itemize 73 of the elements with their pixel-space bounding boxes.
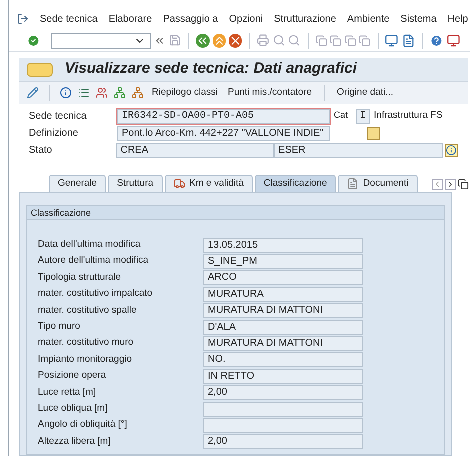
command-field[interactable] (51, 32, 152, 48)
field-label: mater. costitutivo impalcato (38, 287, 154, 302)
confirm-icon[interactable] (27, 34, 40, 48)
characteristic-field[interactable]: MURATURA DI MATTONI (203, 303, 363, 318)
tab[interactable]: Km e validità (164, 175, 253, 192)
field-label: Angolo di obliquità [°] (38, 418, 128, 432)
tab[interactable]: Struttura (108, 175, 163, 192)
status-field[interactable]: CREA (116, 142, 274, 158)
menu-item[interactable]: Strutturazione (274, 12, 336, 26)
edit-icon[interactable] (27, 87, 39, 99)
tab[interactable]: Documenti (338, 175, 418, 192)
partners-icon[interactable] (96, 87, 108, 99)
tab-list-icon[interactable] (458, 179, 469, 190)
toolbar-button[interactable]: Origine dati... (334, 86, 396, 100)
field-label: Data dell'ultima modifica (38, 238, 142, 252)
characteristic-field[interactable]: 2,00 (203, 434, 363, 450)
user-status-field[interactable]: ESER (274, 142, 444, 158)
info-icon[interactable] (60, 87, 72, 99)
field-label: Stato (29, 144, 54, 158)
menu-item[interactable]: Sede tecnica (40, 12, 98, 26)
characteristic-field[interactable]: MURATURA DI MATTONI (203, 336, 363, 352)
category-text: Infrastruttura FS (374, 108, 443, 123)
field-label: mater. costitutivo muro (38, 336, 135, 350)
characteristic-field[interactable] (203, 402, 363, 417)
toolbar-button[interactable]: Riepilogo classi (150, 86, 220, 100)
find-icon[interactable] (272, 34, 286, 47)
field-label: Altezza libera [m] (38, 434, 112, 449)
field-label: Luce obliqua [m] (38, 402, 109, 416)
description-field[interactable]: Pont.lo Arco-Km. 442+227 "VALLONE INDIE" (117, 126, 330, 140)
characteristic-field[interactable]: 2,00 (203, 385, 363, 400)
field-label: Definizione (29, 126, 80, 140)
field-label: Impianto monitoraggio (38, 352, 133, 367)
menu-item[interactable]: Ambiente (347, 12, 390, 26)
truck-icon (174, 178, 186, 190)
characteristic-field[interactable]: NO. (203, 352, 363, 368)
tab[interactable]: Classificazione (254, 175, 336, 192)
find-next-icon[interactable] (288, 34, 301, 47)
tab[interactable]: Generale (49, 175, 106, 192)
print-icon[interactable] (257, 34, 270, 47)
menu-item[interactable]: Opzioni (229, 12, 264, 26)
field-label: Tipo muro (38, 320, 82, 334)
help-icon[interactable] (430, 34, 444, 48)
cancel-icon[interactable] (228, 34, 242, 48)
characteristic-field[interactable] (203, 418, 363, 433)
menu-item[interactable]: Sistema (400, 12, 437, 26)
toolbar-button[interactable]: Punti mis./contatore (226, 86, 314, 100)
field-label: mater. costitutivo spalle (38, 304, 138, 318)
functional-location-field[interactable]: IR6342-SD-OA00-PT0-A05 (117, 108, 330, 124)
menu-item[interactable]: Passaggio a (163, 12, 218, 26)
field-label: Posizione opera (38, 369, 108, 384)
group-header: Classificazione (27, 206, 444, 220)
characteristic-field[interactable]: 13.05.2015 (203, 238, 363, 253)
category-field[interactable]: I (356, 108, 370, 124)
characteristic-field[interactable]: ARCO (203, 270, 363, 286)
menu-item[interactable]: Help (448, 12, 468, 26)
field-label: Luce retta [m] (38, 386, 98, 400)
field-label: Cat (334, 109, 350, 122)
menu-item[interactable]: Elaborare (108, 12, 152, 26)
characteristic-field[interactable]: S_INE_PM (203, 254, 363, 270)
document-icon (347, 178, 360, 190)
characteristic-field[interactable]: IN RETTO (203, 368, 363, 384)
back-icon[interactable] (196, 34, 210, 48)
window-title: Visualizzare sede tecnica: Dati anagrafici (65, 59, 358, 80)
field-label: Autore dell'ultima modifica (38, 254, 150, 268)
scroll-right-icon[interactable] (444, 179, 456, 190)
field-label: Sede tecnica (29, 110, 88, 124)
hierarchy-icon[interactable] (114, 87, 126, 99)
info-icon[interactable] (445, 144, 458, 156)
structure-icon[interactable] (132, 87, 144, 99)
object-menu-button[interactable] (27, 62, 53, 76)
characteristic-field[interactable]: D'ALA (203, 320, 363, 335)
characteristic-field[interactable]: MURATURA (203, 286, 363, 302)
field-label: Tipologia strutturale (38, 270, 122, 285)
